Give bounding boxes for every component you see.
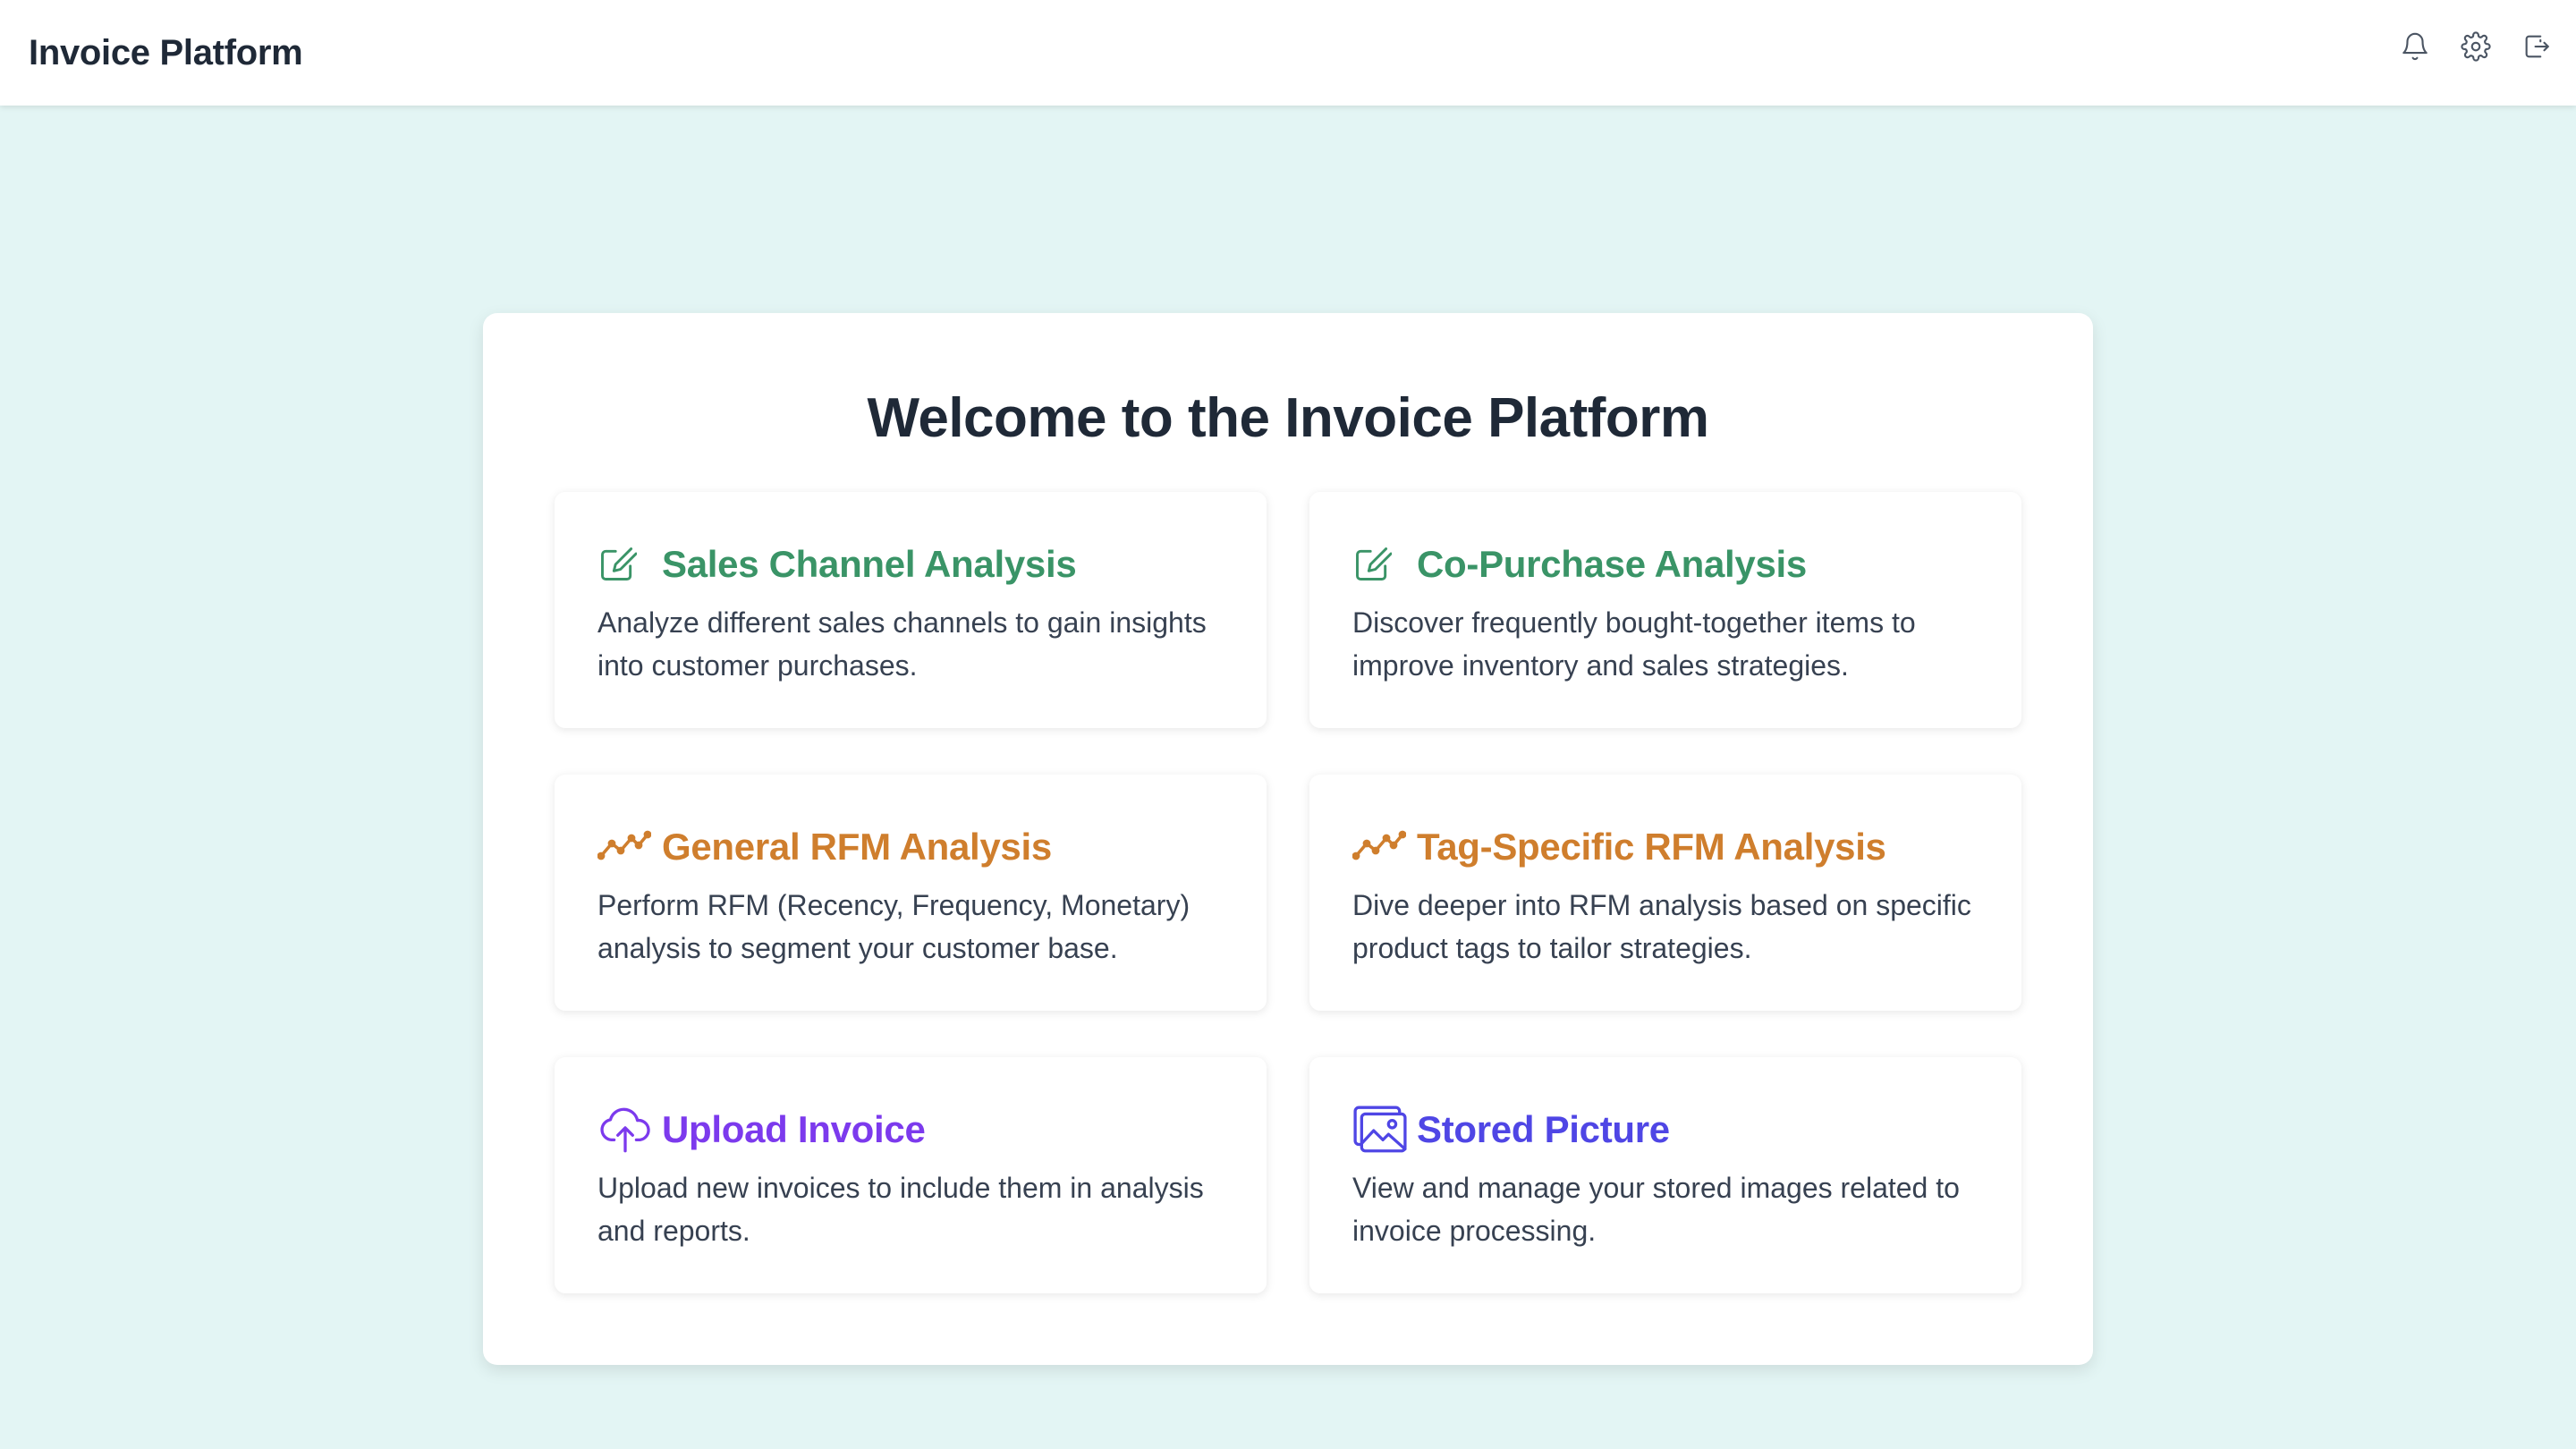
header-actions — [2395, 27, 2556, 66]
trend-line-icon — [597, 819, 653, 875]
page-title: Welcome to the Invoice Platform — [867, 387, 1709, 449]
bell-icon[interactable] — [2395, 27, 2435, 66]
app-title[interactable]: Invoice Platform — [29, 30, 303, 76]
cloud-upload-icon — [597, 1102, 653, 1157]
gear-icon[interactable] — [2456, 27, 2496, 66]
trend-line-icon — [1352, 819, 1408, 875]
edit-icon — [1352, 537, 1408, 592]
card-title: Tag-Specific RFM Analysis — [1417, 826, 1886, 868]
card-title: General RFM Analysis — [662, 826, 1052, 868]
card-description: Dive deeper into RFM analysis based on s… — [1352, 889, 1971, 964]
card-description: Perform RFM (Recency, Frequency, Monetar… — [597, 889, 1191, 964]
card-title: Stored Picture — [1417, 1108, 1670, 1150]
card-upload-invoice[interactable]: Upload Invoice Upload new invoices to in… — [555, 1057, 1267, 1293]
card-sales-channel-analysis[interactable]: Sales Channel Analysis Analyze different… — [555, 492, 1267, 728]
edit-icon — [597, 537, 653, 592]
card-co-purchase-analysis[interactable]: Co-Purchase Analysis Discover frequently… — [1309, 492, 2021, 728]
card-title: Co-Purchase Analysis — [1417, 543, 1807, 585]
card-description: Upload new invoices to include them in a… — [597, 1172, 1204, 1247]
card-title: Sales Channel Analysis — [662, 543, 1077, 585]
card-general-rfm-analysis[interactable]: General RFM Analysis Perform RFM (Recenc… — [555, 775, 1267, 1011]
card-description: Discover frequently bought-together item… — [1352, 606, 1916, 682]
logout-icon[interactable] — [2517, 27, 2556, 66]
card-stored-picture[interactable]: Stored Picture View and manage your stor… — [1309, 1057, 2021, 1293]
images-icon — [1352, 1102, 1408, 1157]
welcome-panel: Welcome to the Invoice Platform Sales Ch… — [483, 313, 2093, 1365]
card-title: Upload Invoice — [662, 1108, 926, 1150]
card-tag-specific-rfm-analysis[interactable]: Tag-Specific RFM Analysis Dive deeper in… — [1309, 775, 2021, 1011]
card-description: Analyze different sales channels to gain… — [597, 606, 1207, 682]
card-description: View and manage your stored images relat… — [1352, 1172, 1960, 1247]
top-navbar: Invoice Platform — [0, 0, 2576, 106]
